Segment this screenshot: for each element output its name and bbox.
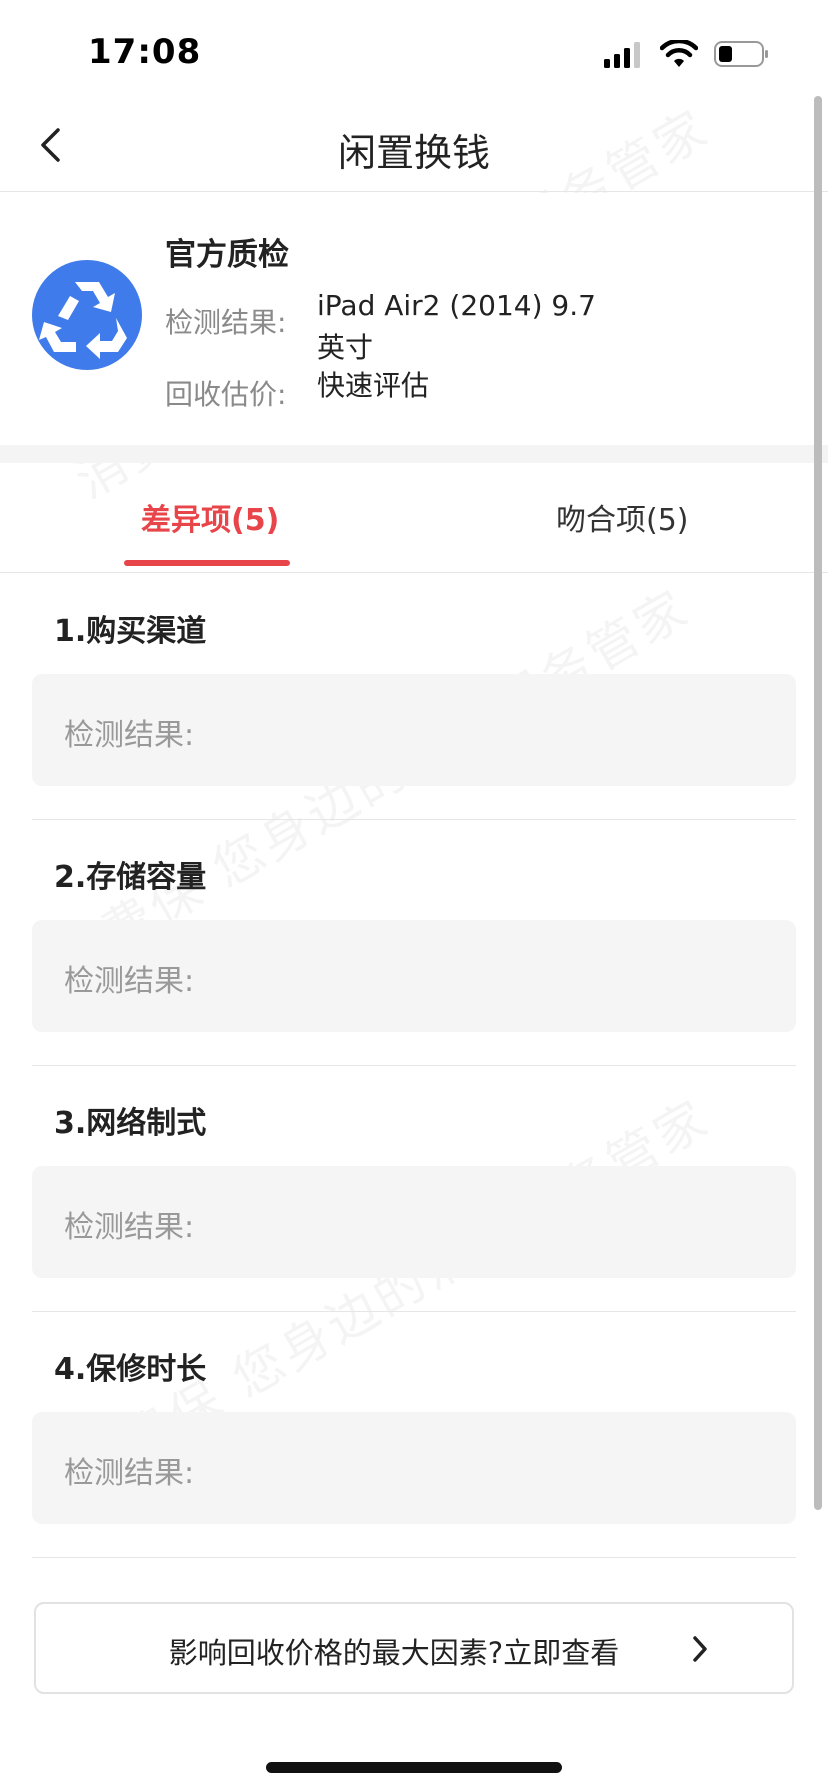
tab-matches[interactable]: 吻合项(5)	[556, 495, 689, 539]
page-title: 闲置换钱	[337, 131, 490, 175]
signal-icon	[604, 42, 640, 68]
item-result-box: 检测结果:	[32, 1166, 796, 1278]
list-item: 3.网络制式 检测结果:	[32, 1066, 796, 1312]
summary-title: 官方质检	[165, 237, 289, 273]
chevron-right-icon	[693, 1636, 707, 1662]
battery-icon	[714, 41, 768, 67]
inspection-summary: 官方质检 检测结果: iPad Air2 (2014) 9.7英寸 回收估价: …	[0, 193, 828, 445]
result-value: iPad Air2 (2014) 9.7英寸	[317, 289, 596, 364]
home-indicator[interactable]	[266, 1762, 562, 1773]
item-title: 1.购买渠道	[54, 614, 207, 649]
item-result-label: 检测结果:	[64, 1456, 195, 1491]
wifi-icon	[660, 40, 698, 67]
status-time: 17:08	[88, 32, 202, 72]
tab-active-indicator	[124, 560, 290, 566]
tab-differences[interactable]: 差异项(5)	[141, 495, 279, 539]
price-factor-label: 影响回收价格的最大因素?立即查看	[168, 1636, 620, 1670]
item-title: 3.网络制式	[54, 1106, 207, 1141]
price-value: 快速评估	[317, 369, 430, 402]
list-item: 1.购买渠道 检测结果:	[32, 574, 796, 820]
recycle-icon	[32, 260, 142, 370]
item-result-label: 检测结果:	[64, 718, 195, 753]
list-item: 2.存储容量 检测结果:	[32, 820, 796, 1066]
item-title: 4.保修时长	[54, 1352, 207, 1387]
status-bar: 17:08	[0, 0, 828, 100]
scrollbar[interactable]	[814, 96, 822, 1510]
section-divider	[0, 445, 828, 463]
nav-bar: 闲置换钱	[0, 100, 828, 192]
item-result-box: 检测结果:	[32, 1412, 796, 1524]
result-label: 检测结果:	[165, 306, 287, 339]
item-title: 2.存储容量	[54, 860, 207, 895]
price-factor-button[interactable]: 影响回收价格的最大因素?立即查看	[34, 1602, 794, 1694]
tab-bar: 差异项(5) 吻合项(5)	[0, 463, 828, 573]
item-result-box: 检测结果:	[32, 674, 796, 786]
price-label: 回收估价:	[165, 378, 287, 411]
list-item: 4.保修时长 检测结果:	[32, 1312, 796, 1558]
item-result-label: 检测结果:	[64, 1210, 195, 1245]
item-result-label: 检测结果:	[64, 964, 195, 999]
item-result-box: 检测结果:	[32, 920, 796, 1032]
